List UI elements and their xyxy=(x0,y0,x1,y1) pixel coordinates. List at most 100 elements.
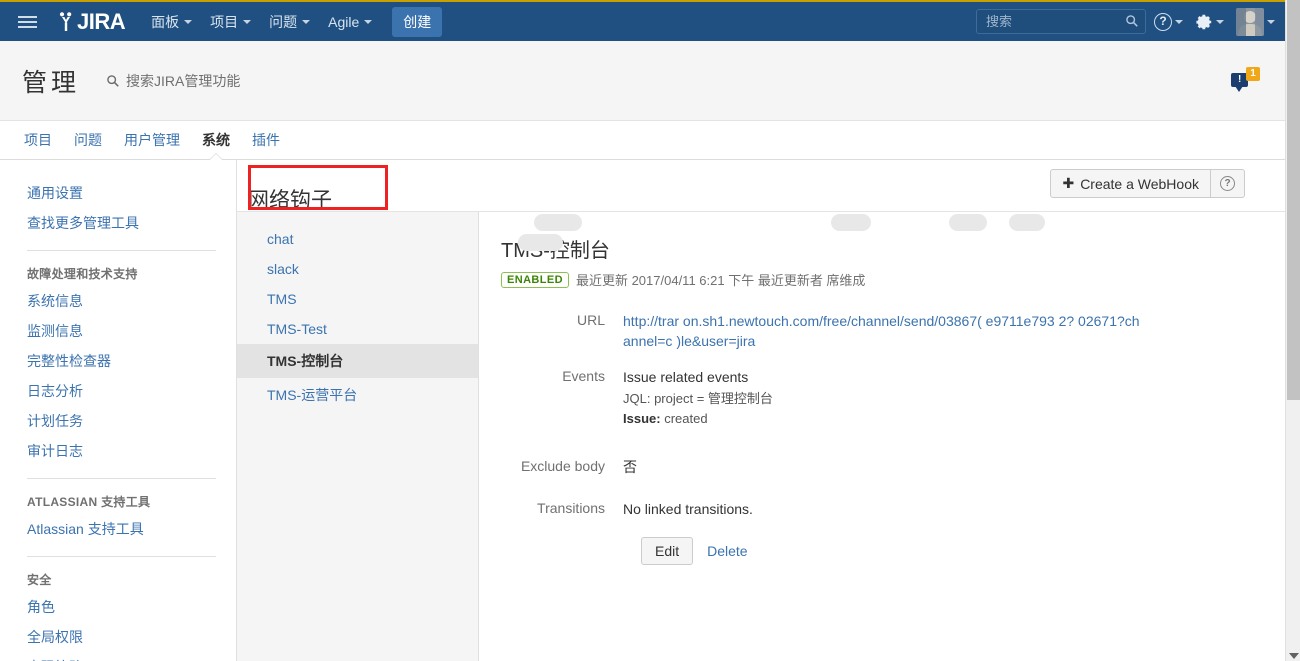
webhook-list: chat slack TMS TMS-Test TMS-控制台 TMS-运营平台 xyxy=(237,212,479,661)
global-search[interactable] xyxy=(976,9,1146,34)
sidebar-divider xyxy=(27,556,216,557)
sidebar-item-system-info[interactable]: 系统信息 xyxy=(0,286,236,316)
notification-button[interactable]: ! 1 xyxy=(1231,66,1261,96)
webhook-list-item-slack[interactable]: slack xyxy=(237,254,478,284)
nav-item-projects[interactable]: 项目 xyxy=(202,6,259,38)
field-url: URL http://trar on.sh1.newtouch.com/free… xyxy=(501,214,1285,351)
question-circle-icon: ? xyxy=(1154,12,1172,31)
field-transitions: Transitions No linked transitions. xyxy=(501,499,1285,519)
scroll-down-arrow-icon[interactable] xyxy=(1289,653,1299,659)
field-label-url: URL xyxy=(576,312,605,328)
page-scrollbar[interactable] xyxy=(1285,0,1300,661)
edit-button[interactable]: Edit xyxy=(641,537,694,565)
field-events: Events Issue related events JQL: project… xyxy=(501,367,1285,429)
redaction-block-4 xyxy=(1009,214,1045,231)
tab-system[interactable]: 系统 xyxy=(192,121,240,159)
jira-mark-icon xyxy=(56,11,76,33)
hamburger-menu-icon[interactable] xyxy=(8,1,46,42)
sidebar-item-scheduled-tasks[interactable]: 计划任务 xyxy=(0,406,236,436)
admin-sidebar: 通用设置 查找更多管理工具 故障处理和技术支持 系统信息 监测信息 完整性检查器… xyxy=(0,160,237,661)
page-heading: 管理 xyxy=(22,68,81,97)
webhook-url-link[interactable]: http://trar on.sh1.newtouch.com/free/cha… xyxy=(623,311,1140,351)
chevron-down-icon xyxy=(302,19,311,24)
webhook-list-item-tms-test[interactable]: TMS-Test xyxy=(237,314,478,344)
events-issue-label: Issue: xyxy=(623,411,661,426)
sidebar-item-find-more-tools[interactable]: 查找更多管理工具 xyxy=(0,208,236,238)
app-root: JIRA 面板 项目 问题 Agile 创建 搜索 ? 管理 搜索JIRA管理功… xyxy=(0,0,1300,661)
create-webhook-label: Create a WebHook xyxy=(1080,175,1199,192)
url-line-1: http://trar on.sh1.newtouch.com/free/cha… xyxy=(623,313,1140,329)
nav-label: 项目 xyxy=(210,13,239,30)
chevron-down-icon xyxy=(184,19,193,24)
status-badge: ENABLED xyxy=(501,271,569,288)
content-header: 网络钩子 ✚ Create a WebHook ? xyxy=(237,160,1285,212)
chevron-down-icon xyxy=(1216,19,1224,24)
nav-item-issues[interactable]: 问题 xyxy=(261,6,318,38)
page-title: 网络钩子 xyxy=(248,189,332,213)
webhook-list-item-tms-console[interactable]: TMS-控制台 xyxy=(237,344,478,378)
tab-projects[interactable]: 项目 xyxy=(14,121,62,159)
search-input[interactable] xyxy=(976,9,1146,34)
admin-search-box[interactable]: 搜索JIRA管理功能 xyxy=(106,71,240,91)
sidebar-item-global-permissions[interactable]: 全局权限 xyxy=(0,622,236,652)
create-button[interactable]: 创建 xyxy=(392,6,443,37)
chevron-down-icon xyxy=(243,19,252,24)
webhook-body: chat slack TMS TMS-Test TMS-控制台 TMS-运营平台… xyxy=(237,212,1285,661)
sidebar-item-password-policy[interactable]: 密码策略 xyxy=(0,652,236,661)
delete-link[interactable]: Delete xyxy=(707,543,747,559)
redaction-block-2 xyxy=(831,214,871,231)
webhook-help-button[interactable]: ? xyxy=(1211,169,1245,198)
avatar xyxy=(1236,7,1264,36)
webhook-detail-panel: TMS-控制台 ENABLED 最近更新 2017/04/11 6:21 下午 … xyxy=(479,212,1285,661)
search-icon xyxy=(107,74,119,87)
webhook-list-item-tms[interactable]: TMS xyxy=(237,284,478,314)
webhook-actions: Edit Delete xyxy=(501,537,1285,565)
webhook-list-item-chat[interactable]: chat xyxy=(237,224,478,254)
exclamation-glyph: ! xyxy=(1238,73,1242,85)
field-value-transitions: No linked transitions. xyxy=(623,501,753,517)
nav-item-dashboards[interactable]: 面板 xyxy=(143,6,200,38)
events-issue: Issue: created xyxy=(623,409,773,429)
create-webhook-button[interactable]: ✚ Create a WebHook xyxy=(1050,169,1211,198)
nav-item-agile[interactable]: Agile xyxy=(320,8,380,36)
help-menu-button[interactable]: ? xyxy=(1150,8,1187,36)
sidebar-heading-security: 安全 xyxy=(27,573,52,587)
events-issue-value: created xyxy=(664,411,708,426)
redaction-block-1 xyxy=(534,214,582,231)
webhook-last-updated: 最近更新 2017/04/11 6:21 下午 最近更新者 席维成 xyxy=(575,273,866,288)
field-label-transitions: Transitions xyxy=(537,500,605,516)
tab-addons[interactable]: 插件 xyxy=(242,121,290,159)
webhook-name: TMS-控制台 xyxy=(501,240,610,262)
nav-label: 面板 xyxy=(151,13,180,30)
sidebar-item-general-settings[interactable]: 通用设置 xyxy=(0,178,236,208)
question-circle-icon: ? xyxy=(1220,176,1235,191)
jira-logo[interactable]: JIRA xyxy=(56,8,126,35)
sidebar-heading-atlassian-tools: ATLASSIAN 支持工具 xyxy=(27,495,151,509)
field-value-url: http://trar on.sh1.newtouch.com/free/cha… xyxy=(518,214,1140,351)
sidebar-item-atlassian-support-tools[interactable]: Atlassian 支持工具 xyxy=(0,514,236,544)
settings-menu-button[interactable] xyxy=(1191,8,1228,36)
sidebar-item-audit-log[interactable]: 审计日志 xyxy=(0,436,236,466)
sidebar-item-integrity-checker[interactable]: 完整性检查器 xyxy=(0,346,236,376)
admin-tab-bar: 项目 问题 用户管理 系统 插件 xyxy=(0,121,1285,160)
user-profile-menu[interactable] xyxy=(1232,3,1279,41)
top-nav-right: ? xyxy=(976,3,1285,41)
scrollbar-thumb[interactable] xyxy=(1287,0,1300,400)
events-main: Issue related events xyxy=(623,369,749,385)
chevron-down-icon xyxy=(1267,19,1275,24)
sidebar-divider xyxy=(27,478,216,479)
plus-icon: ✚ xyxy=(1062,175,1075,191)
webhook-list-item-tms-ops[interactable]: TMS-运营平台 xyxy=(237,378,478,412)
nav-label: 问题 xyxy=(269,13,298,30)
tab-issues[interactable]: 问题 xyxy=(64,121,112,159)
sidebar-heading-troubleshooting: 故障处理和技术支持 xyxy=(27,267,138,281)
sidebar-item-roles[interactable]: 角色 xyxy=(0,592,236,622)
notification-badge: 1 xyxy=(1246,66,1260,81)
jira-logo-text: JIRA xyxy=(77,8,126,34)
sidebar-item-monitoring-info[interactable]: 监测信息 xyxy=(0,316,236,346)
tab-user-management[interactable]: 用户管理 xyxy=(114,121,190,159)
sidebar-item-log-analysis[interactable]: 日志分析 xyxy=(0,376,236,406)
field-value-exclude-body: 否 xyxy=(623,459,637,475)
redaction-block-3 xyxy=(949,214,987,231)
top-nav-items: 面板 项目 问题 Agile 创建 xyxy=(143,6,443,38)
